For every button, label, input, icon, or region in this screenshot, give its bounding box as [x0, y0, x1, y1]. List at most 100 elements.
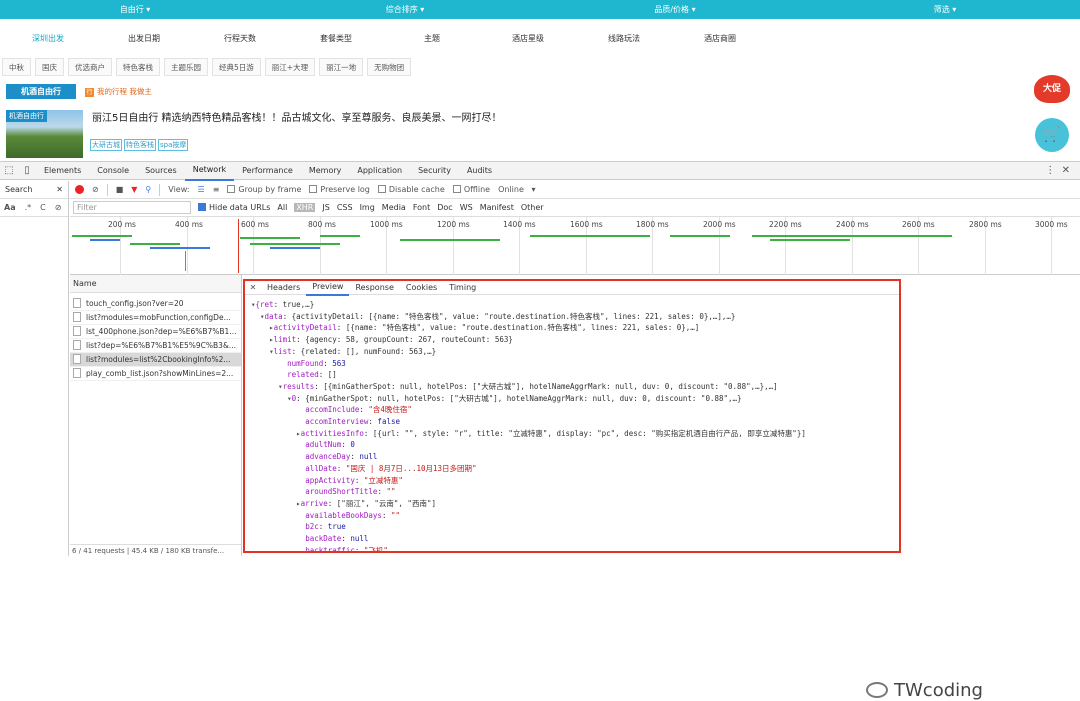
filter-input[interactable]: Filter [73, 201, 191, 214]
record-icon[interactable] [75, 185, 84, 194]
json-line[interactable]: ▾0: {minGatherSpot: null, hotelPos: ["大研… [251, 393, 899, 405]
json-line[interactable]: ▾data: {activityDetail: [{name: "特色客栈", … [251, 311, 899, 323]
tab-sources[interactable]: Sources [137, 162, 185, 180]
json-line[interactable]: ▾results: [{minGatherSpot: null, hotelPo… [251, 381, 899, 393]
case-icon[interactable]: Aa [4, 203, 16, 212]
json-line[interactable]: ▾list: {related: [], numFound: 563,…} [251, 346, 899, 358]
tab-security[interactable]: Security [410, 162, 459, 180]
tab-preview[interactable]: Preview [306, 281, 350, 296]
request-row[interactable]: list?dep=%E6%B7%B1%E5%9C%B3&... [70, 339, 241, 353]
tab-timing[interactable]: Timing [443, 281, 482, 295]
request-row[interactable]: touch_config.json?ver=20 [70, 297, 241, 311]
json-line[interactable]: allDate: "国庆 | 8月7日...10月13日多团期" [251, 463, 899, 475]
tab-headers[interactable]: Headers [261, 281, 306, 295]
tab-network[interactable]: Network [184, 161, 235, 181]
tab-performance[interactable]: Performance [234, 162, 301, 180]
json-line[interactable]: related: [] [251, 369, 899, 381]
filter-hotel-area[interactable]: 酒店商圈 [672, 33, 768, 44]
nav-type-dropdown[interactable]: 自由行 ▾ [0, 0, 270, 19]
json-line[interactable]: ▾{ret: true,…} [251, 299, 899, 311]
json-line[interactable]: availableBookDays: "" [251, 510, 899, 522]
tab-console[interactable]: Console [89, 162, 137, 180]
json-line[interactable]: aroundShortTitle: "" [251, 486, 899, 498]
json-line[interactable]: b2c: true [251, 521, 899, 533]
type-font[interactable]: Font [413, 203, 430, 212]
inspect-icon[interactable]: ⬚ [0, 165, 18, 176]
tag-chip[interactable]: 无购物团 [367, 58, 412, 76]
product-title[interactable]: 丽江5日自由行 精选纳西特色精品客栈！！品古城文化、享至尊服务、良辰美景、一网打… [92, 109, 502, 124]
filter-icon[interactable]: ▼ [131, 185, 137, 194]
filter-departure[interactable]: 深圳出发 [0, 33, 96, 44]
hide-data-urls-checkbox[interactable]: Hide data URLs [198, 203, 270, 212]
my-trip-link[interactable]: 行我的行程 我做主 [85, 84, 152, 99]
request-row[interactable]: play_comb_list.json?showMinLines=2... [70, 367, 241, 381]
json-line[interactable]: advanceDay: null [251, 451, 899, 463]
disable-cache-checkbox[interactable]: Disable cache [377, 185, 445, 194]
preserve-log-checkbox[interactable]: Preserve log [309, 185, 370, 194]
refresh-icon[interactable]: C [40, 203, 46, 212]
json-line[interactable]: backDate: null [251, 533, 899, 545]
type-css[interactable]: CSS [337, 203, 353, 212]
filter-days[interactable]: 行程天数 [192, 33, 288, 44]
camera-icon[interactable]: ■ [116, 185, 124, 194]
sale-badge[interactable]: 大促 [1034, 75, 1070, 103]
cart-icon[interactable]: 🛒 [1035, 118, 1069, 152]
type-media[interactable]: Media [382, 203, 406, 212]
json-line[interactable]: ▸activitiesInfo: [{url: "", style: "r", … [251, 428, 899, 440]
network-timeline[interactable]: 200 ms 400 ms 600 ms 800 ms 1000 ms 1200… [70, 217, 1080, 275]
tag-chip[interactable]: 丽江一地 [319, 58, 364, 76]
waterfall-view-icon[interactable]: ≡ [213, 185, 220, 194]
type-xhr[interactable]: XHR [294, 203, 316, 212]
type-manifest[interactable]: Manifest [480, 203, 514, 212]
filter-package[interactable]: 套餐类型 [288, 33, 384, 44]
tag-chip[interactable]: 特色客栈 [116, 58, 160, 76]
throttle-select[interactable]: Online ▾ [498, 185, 535, 194]
request-row[interactable]: list?modules=mobFunction,configDe... [70, 311, 241, 325]
json-line[interactable]: accomInclude: "含4晚住宿" [251, 404, 899, 416]
request-row-selected[interactable]: list?modules=list%2CbookingInfo%2... [70, 353, 241, 367]
tag-chip[interactable]: 国庆 [35, 58, 64, 76]
tag-chip[interactable]: 主题乐园 [164, 58, 208, 76]
type-ws[interactable]: WS [460, 203, 473, 212]
filter-date[interactable]: 出发日期 [96, 33, 192, 44]
request-row[interactable]: lst_400phone.json?dep=%E6%B7%B1... [70, 325, 241, 339]
json-line[interactable]: numFound: 563 [251, 358, 899, 370]
type-img[interactable]: Img [360, 203, 375, 212]
filter-route[interactable]: 线路玩法 [576, 33, 672, 44]
type-js[interactable]: JS [322, 203, 329, 212]
search-icon[interactable]: ⚲ [145, 185, 151, 194]
tab-elements[interactable]: Elements [36, 162, 89, 180]
tag-chip[interactable]: 丽江+大理 [264, 58, 316, 76]
tab-audits[interactable]: Audits [459, 162, 500, 180]
tab-memory[interactable]: Memory [301, 162, 350, 180]
json-preview[interactable]: ▾{ret: true,…} ▾data: {activityDetail: [… [245, 295, 899, 551]
tag-chip[interactable]: 经典5日游 [212, 58, 261, 76]
json-line[interactable]: adultNum: 0 [251, 439, 899, 451]
nav-sort-dropdown[interactable]: 综合排序 ▾ [270, 0, 540, 19]
json-line[interactable]: ▸arrive: ["丽江", "云南", "西南"] [251, 498, 899, 510]
more-icon[interactable]: ⋮ ✕ [1045, 162, 1070, 180]
name-column-header[interactable]: Name [70, 275, 241, 293]
tab-cookies[interactable]: Cookies [400, 281, 443, 295]
tab-application[interactable]: Application [349, 162, 410, 180]
tab-response[interactable]: Response [349, 281, 399, 295]
type-all[interactable]: All [277, 203, 287, 212]
type-other[interactable]: Other [521, 203, 544, 212]
tag-chip[interactable]: 中秋 [2, 58, 31, 76]
device-icon[interactable]: ▯ [18, 165, 36, 176]
json-line[interactable]: appActivity: "立减特惠" [251, 475, 899, 487]
json-line[interactable]: ▸limit: {agency: 58, groupCount: 267, ro… [251, 334, 899, 346]
clear-icon[interactable]: ⊘ [55, 203, 62, 212]
close-icon[interactable]: ✕ [245, 283, 261, 292]
json-line[interactable]: accomInterview: false [251, 416, 899, 428]
json-line[interactable]: backtraffic: "飞机" [251, 545, 899, 551]
tag-chip[interactable]: 优选商户 [68, 58, 112, 76]
promo-banner[interactable]: 机酒自由行 [6, 84, 76, 99]
type-doc[interactable]: Doc [437, 203, 452, 212]
close-icon[interactable]: ✕ [56, 185, 63, 194]
filter-theme[interactable]: 主题 [384, 33, 480, 44]
filter-hotel-star[interactable]: 酒店星级 [480, 33, 576, 44]
nav-price-dropdown[interactable]: 品质/价格 ▾ [540, 0, 810, 19]
offline-checkbox[interactable]: Offline [452, 185, 490, 194]
json-line[interactable]: ▸activityDetail: [{name: "特色客栈", value: … [251, 322, 899, 334]
